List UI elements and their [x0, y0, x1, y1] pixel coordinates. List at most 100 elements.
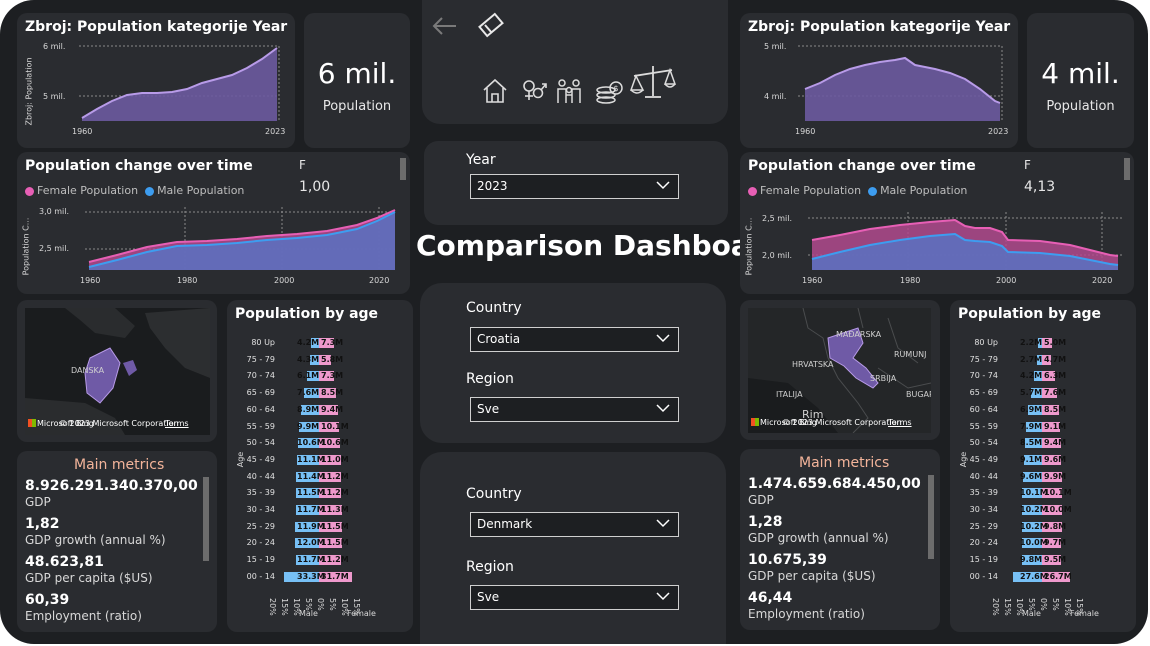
pyramid-row[interactable]: 75 - 79 4.3M 5.8M	[227, 354, 413, 365]
pyramid-axis-tick: 20%	[991, 598, 1000, 616]
left-map[interactable]: DANSKA Microsoft Bing © 2023 Microsoft C…	[25, 308, 210, 435]
right-trend-card[interactable]: Zbroj: Population kategorije Year 5 mil.…	[740, 13, 1018, 148]
pyramid-male-value: 8.9M	[297, 404, 320, 414]
pyramid-female-value: 8.5M	[1044, 404, 1067, 414]
pyramid-row[interactable]: 60 - 64 6.9M 8.5M	[950, 404, 1136, 415]
scales-icon[interactable]	[630, 62, 676, 102]
bottom-country-dropdown[interactable]: Denmark	[470, 512, 679, 537]
pyramid-female-value: 9.8M	[1044, 521, 1067, 531]
right-pyramid-female-label: Female	[1070, 609, 1099, 618]
top-region-label: Region	[466, 371, 514, 387]
pyramid-row[interactable]: 15 - 19 9.8M 9.5M	[950, 555, 1136, 566]
pyramid-age-label: 60 - 64	[969, 404, 998, 414]
family-icon[interactable]	[554, 76, 584, 106]
microsoft-logo-icon	[751, 418, 759, 426]
left-change-card[interactable]: Population change over time Female Popul…	[17, 152, 410, 294]
chevron-down-icon	[656, 334, 670, 343]
pyramid-row[interactable]: 35 - 39 10.1M 10.1M	[950, 488, 1136, 499]
pyramid-row[interactable]: 65 - 69 5.7M 7.6M	[950, 388, 1136, 399]
right-map-card[interactable]: MAĐARSKA RUMUNJ HRVATSKA SRBIJA BUGAR IT…	[740, 300, 940, 440]
pyramid-row[interactable]: 40 - 44 11.4M 11.2M	[227, 471, 413, 482]
pyramid-row[interactable]: 55 - 59 9.9M 10.1M	[227, 421, 413, 432]
pyramid-row[interactable]: 00 - 14 27.6M 26.7M	[950, 571, 1136, 582]
pyramid-row[interactable]: 60 - 64 8.9M 9.4M	[227, 404, 413, 415]
pyramid-row[interactable]: 70 - 74 6.1M 7.3M	[227, 371, 413, 382]
pyramid-age-label: 70 - 74	[969, 371, 998, 381]
right-change-card[interactable]: Population change over time Female Popul…	[740, 152, 1134, 294]
pyramid-row[interactable]: 35 - 39 11.5M 11.2M	[227, 488, 413, 499]
pyramid-row[interactable]: 50 - 54 10.6M 10.6M	[227, 438, 413, 449]
pyramid-row[interactable]: 55 - 59 7.9M 9.1M	[950, 421, 1136, 432]
pyramid-female-value: 10.1M	[1044, 488, 1072, 498]
year-filter-label: Year	[466, 152, 496, 168]
pyramid-row[interactable]: 00 - 14 33.3M 31.7M	[227, 571, 413, 582]
pyramid-age-label: 70 - 74	[246, 371, 275, 381]
left-kpi-label: Population	[322, 99, 392, 114]
pyramid-male-value: 4.2M	[1020, 371, 1043, 381]
top-region-dropdown[interactable]: Sve	[470, 397, 679, 422]
pyramid-row[interactable]: 15 - 19 11.7M 11.2M	[227, 555, 413, 566]
pyramid-row[interactable]: 20 - 24 10.0M 9.7M	[950, 538, 1136, 549]
pyramid-row[interactable]: 45 - 49 11.1M 11.0M	[227, 454, 413, 465]
pyramid-row[interactable]: 75 - 79 2.7M 4.7M	[950, 354, 1136, 365]
left-kpi-card[interactable]: 6 mil. Population	[304, 13, 410, 148]
pyramid-axis-tick: 20%	[268, 598, 277, 616]
pyramid-female-value: 6.3M	[1044, 371, 1067, 381]
pyramid-row[interactable]: 30 - 34 10.2M 10.0M	[950, 505, 1136, 515]
pyramid-row[interactable]: 25 - 29 10.2M 9.8M	[950, 521, 1136, 532]
eraser-icon[interactable]	[476, 11, 506, 41]
pyramid-female-value: 9.4M	[1044, 438, 1067, 448]
pyramid-row[interactable]: 65 - 69 7.6M 8.5M	[227, 388, 413, 399]
pyramid-age-label: 40 - 44	[969, 471, 998, 481]
right-map[interactable]: MAĐARSKA RUMUNJ HRVATSKA SRBIJA BUGAR IT…	[748, 308, 931, 433]
left-pyramid-card[interactable]: Population by age Age 80 Up 4.2M 7.3M 75 - …	[227, 300, 413, 632]
pyramid-row[interactable]: 50 - 54 8.5M 9.4M	[950, 438, 1136, 449]
pyramid-male-value: 9.9M	[297, 421, 320, 431]
right-map-terms-link[interactable]: Terms	[888, 418, 912, 427]
pyramid-male-value: 9.6M	[1020, 471, 1043, 481]
pyramid-row[interactable]: 25 - 29 11.9M 11.5M	[227, 521, 413, 532]
pyramid-age-label: 30 - 34	[969, 505, 998, 514]
pyramid-female-value: 5.8M	[321, 354, 344, 364]
dashboard-title: Comparison Dashboard	[416, 229, 784, 262]
pyramid-row[interactable]: 80 Up 2.2M 5.0M	[950, 338, 1136, 348]
bottom-region-dropdown[interactable]: Sve	[470, 585, 679, 610]
home-icon[interactable]	[480, 76, 510, 106]
left-metrics-scrollbar[interactable]	[203, 477, 209, 561]
pyramid-row[interactable]: 30 - 34 11.7M 11.3M	[227, 505, 413, 515]
right-metrics-scrollbar[interactable]	[928, 475, 934, 559]
left-map-card[interactable]: DANSKA Microsoft Bing © 2023 Microsoft C…	[17, 300, 217, 442]
right-kpi-value: 4 mil.	[1041, 57, 1120, 90]
pyramid-age-label: 00 - 14	[969, 571, 998, 581]
right-metrics-card[interactable]: Main metrics 1.474.659.684.450,00 GDP 1,…	[740, 449, 940, 630]
pyramid-row[interactable]: 70 - 74 4.2M 6.3M	[950, 371, 1136, 382]
top-country-dropdown[interactable]: Croatia	[470, 327, 679, 352]
left-metric-gdppc-label: GDP per capita ($US)	[25, 571, 153, 585]
arrow-left-icon[interactable]	[430, 14, 460, 38]
bottom-region-value: Sve	[477, 590, 500, 604]
right-kpi-card[interactable]: 4 mil. Population	[1027, 13, 1134, 148]
left-map-terms-link[interactable]: Terms	[165, 419, 189, 428]
pyramid-female-value: 11.2M	[321, 488, 349, 498]
pyramid-row[interactable]: 40 - 44 9.6M 9.9M	[950, 471, 1136, 482]
right-map-shapes	[748, 308, 931, 433]
pyramid-female-value: 5.0M	[1044, 338, 1067, 347]
pyramid-age-label: 45 - 49	[969, 454, 998, 464]
pyramid-male-value: 4.3M	[297, 354, 320, 364]
left-metrics-card[interactable]: Main metrics 8.926.291.340.370,00 GDP 1,…	[17, 451, 217, 632]
pyramid-age-label: 30 - 34	[246, 505, 275, 514]
pyramid-female-value: 9.4M	[321, 404, 344, 414]
gender-icon[interactable]	[518, 76, 548, 106]
left-metric-employment-label: Employment (ratio)	[25, 609, 142, 623]
pyramid-female-value: 9.9M	[1044, 471, 1067, 481]
money-icon[interactable]: $	[594, 78, 624, 108]
pyramid-age-label: 15 - 19	[969, 555, 998, 565]
right-pyramid-card[interactable]: Population by age Age 80 Up 2.2M 5.0M 75 - …	[950, 300, 1136, 632]
pyramid-age-label: 75 - 79	[969, 354, 998, 364]
chevron-down-icon	[656, 519, 670, 528]
pyramid-row[interactable]: 20 - 24 12.0M 11.5M	[227, 538, 413, 549]
left-trend-card[interactable]: Zbroj: Population kategorije Year Zbroj:…	[17, 13, 295, 148]
pyramid-row[interactable]: 45 - 49 9.1M 9.6M	[950, 454, 1136, 465]
year-dropdown[interactable]: 2023	[470, 174, 679, 199]
pyramid-row[interactable]: 80 Up 4.2M 7.3M	[227, 338, 413, 348]
